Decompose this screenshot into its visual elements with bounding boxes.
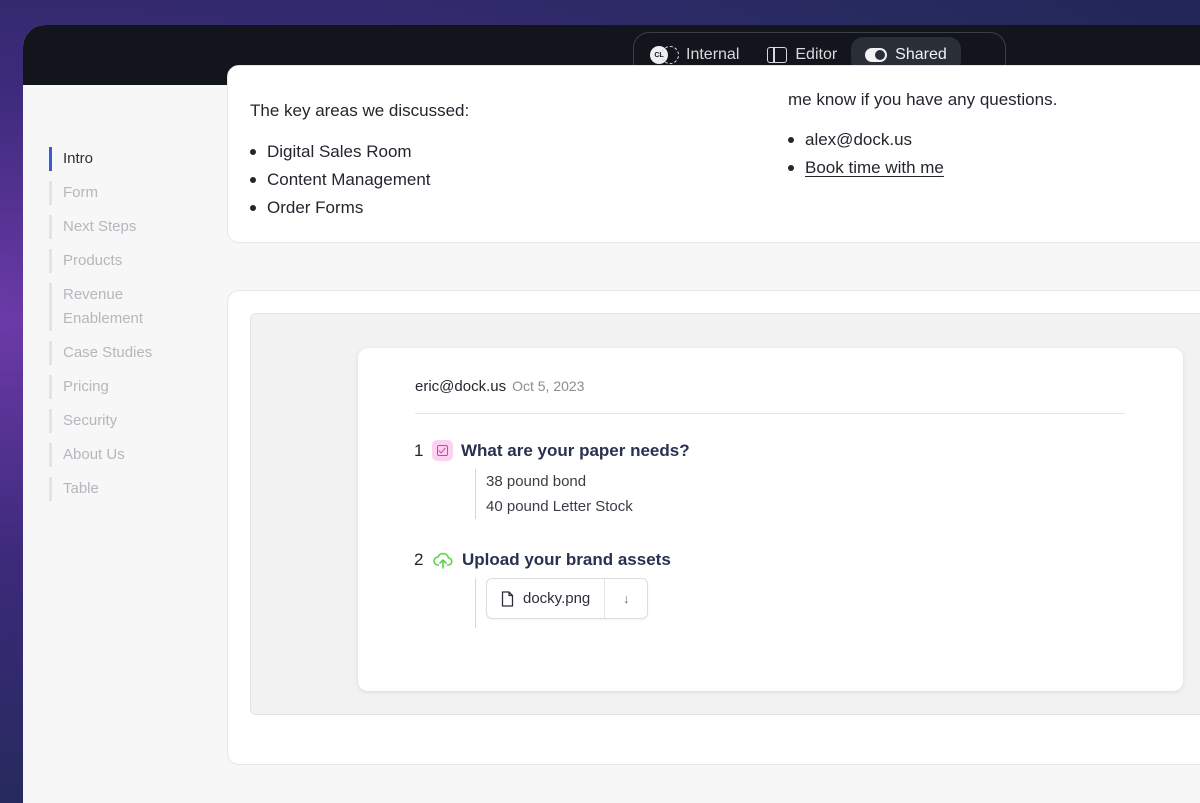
divider bbox=[415, 413, 1125, 414]
contact-email: alex@dock.us bbox=[788, 126, 944, 154]
list-item: Order Forms bbox=[250, 194, 431, 222]
question-number: 2 bbox=[414, 550, 424, 569]
uploaded-files: docky.png ↓ bbox=[475, 578, 671, 628]
answer-list: 38 pound bond 40 pound Letter Stock bbox=[475, 469, 690, 519]
submitter-email: eric@dock.us bbox=[415, 378, 507, 395]
toc-item-case-studies[interactable]: Case Studies bbox=[49, 341, 219, 365]
sidebar-panel-icon bbox=[767, 47, 788, 63]
toc-item-table[interactable]: Table bbox=[49, 477, 219, 501]
toc-item-products[interactable]: Products bbox=[49, 249, 219, 273]
file-name: docky.png bbox=[523, 590, 591, 607]
form-submission: eric@dock.us Oct 5, 2023 1 What are your… bbox=[358, 348, 1183, 691]
cloud-upload-icon bbox=[432, 551, 454, 569]
table-of-contents: Intro Form Next Steps Products Revenue E… bbox=[49, 147, 219, 511]
form-responses-area: eric@dock.us Oct 5, 2023 1 What are your… bbox=[250, 313, 1200, 715]
toc-item-security[interactable]: Security bbox=[49, 409, 219, 433]
toc-item-pricing[interactable]: Pricing bbox=[49, 375, 219, 399]
form-card: eric@dock.us Oct 5, 2023 1 What are your… bbox=[227, 290, 1200, 765]
toc-item-next-steps[interactable]: Next Steps bbox=[49, 215, 219, 239]
contact-list: alex@dock.us Book time with me bbox=[788, 126, 944, 182]
intro-card: The key areas we discussed: Digital Sale… bbox=[227, 65, 1200, 243]
list-item: Digital Sales Room bbox=[250, 138, 431, 166]
download-button[interactable]: ↓ bbox=[605, 579, 647, 618]
answer-item: 40 pound Letter Stock bbox=[486, 498, 633, 515]
download-icon: ↓ bbox=[623, 591, 630, 606]
book-time-link[interactable]: Book time with me bbox=[788, 154, 944, 182]
submission-header: eric@dock.us Oct 5, 2023 bbox=[415, 378, 584, 395]
file-icon bbox=[501, 590, 514, 607]
page-content: Intro Form Next Steps Products Revenue E… bbox=[23, 65, 1200, 803]
avatar-group-icon: CL bbox=[650, 46, 679, 64]
toc-item-form[interactable]: Form bbox=[49, 181, 219, 205]
app-window: CL Internal Editor Shared Intro Form Nex… bbox=[23, 25, 1200, 803]
mode-internal-label: Internal bbox=[686, 46, 740, 63]
question-1: 1 What are your paper needs? 38 pound bo… bbox=[414, 440, 690, 519]
intro-closing-text: me know if you have any questions. bbox=[788, 90, 1058, 109]
list-item: Content Management bbox=[250, 166, 431, 194]
question-number: 1 bbox=[414, 440, 424, 460]
question-title: What are your paper needs? bbox=[461, 440, 690, 460]
mode-shared-label: Shared bbox=[895, 46, 947, 63]
toc-item-intro[interactable]: Intro bbox=[49, 147, 219, 171]
intro-lead: The key areas we discussed: bbox=[250, 101, 470, 120]
toc-item-revenue-enablement[interactable]: Revenue Enablement bbox=[49, 283, 169, 331]
toc-item-about-us[interactable]: About Us bbox=[49, 443, 219, 467]
checkbox-icon bbox=[432, 440, 453, 461]
answer-item: 38 pound bond bbox=[486, 473, 587, 490]
toggle-icon bbox=[865, 48, 888, 62]
file-open-button[interactable]: docky.png bbox=[487, 579, 606, 618]
discussed-areas-list: Digital Sales Room Content Management Or… bbox=[250, 138, 431, 222]
question-title: Upload your brand assets bbox=[462, 550, 671, 569]
file-attachment: docky.png ↓ bbox=[486, 578, 649, 619]
question-2: 2 Upload your brand assets docky.png ↓ bbox=[414, 550, 671, 628]
submission-date: Oct 5, 2023 bbox=[512, 378, 585, 394]
mode-editor-label: Editor bbox=[795, 46, 838, 63]
